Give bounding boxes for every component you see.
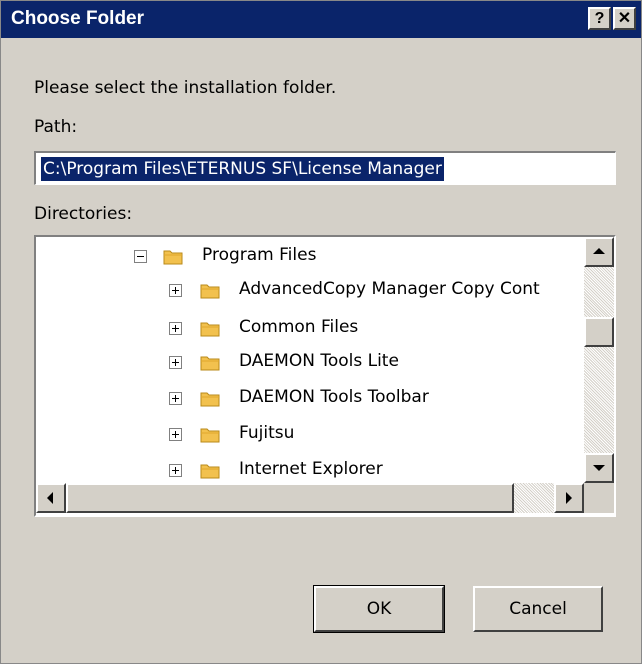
scroll-corner xyxy=(584,483,614,513)
directories-label: Directories: xyxy=(34,204,133,224)
plus-box-icon[interactable] xyxy=(169,464,182,477)
tree-node-label[interactable]: DAEMON Tools Toolbar xyxy=(239,387,429,407)
scroll-down-button[interactable] xyxy=(584,453,614,483)
title-bar[interactable]: Choose Folder ? ✕ xyxy=(1,1,641,38)
folder-icon xyxy=(200,428,220,443)
tree-node-label[interactable]: AdvancedCopy Manager Copy Cont xyxy=(239,279,540,299)
minus-box-icon[interactable] xyxy=(134,250,147,263)
tree-node-label[interactable]: Internet Explorer xyxy=(239,459,383,479)
plus-box-icon[interactable] xyxy=(169,356,182,369)
tree-node[interactable]: DAEMON Tools Lite xyxy=(169,347,569,377)
path-label: Path: xyxy=(34,117,78,137)
horizontal-scrollbar[interactable] xyxy=(36,483,584,513)
tree-node-label[interactable]: DAEMON Tools Lite xyxy=(239,351,399,371)
plus-box-icon[interactable] xyxy=(169,322,182,335)
right-arrow-icon xyxy=(566,492,572,504)
path-input[interactable]: C:\Program Files\ETERNUS SF\License Mana… xyxy=(34,151,616,185)
directory-tree[interactable]: Program Files AdvancedCopy Manager Copy … xyxy=(34,235,616,517)
folder-icon xyxy=(200,392,220,407)
folder-icon xyxy=(163,250,183,265)
scroll-right-button[interactable] xyxy=(554,483,584,513)
help-button[interactable]: ? xyxy=(588,7,611,30)
up-arrow-icon xyxy=(593,248,605,254)
tree-node-label[interactable]: Program Files xyxy=(202,245,316,265)
choose-folder-dialog: Choose Folder ? ✕ Please select the inst… xyxy=(0,0,642,664)
down-arrow-icon xyxy=(593,465,605,471)
folder-icon xyxy=(200,356,220,371)
plus-box-icon[interactable] xyxy=(169,392,182,405)
tree-node[interactable]: DAEMON Tools Toolbar xyxy=(169,383,569,413)
left-arrow-icon xyxy=(47,492,53,504)
folder-icon xyxy=(200,464,220,479)
ok-button[interactable]: OK xyxy=(313,585,445,633)
tree-node-label[interactable]: Fujitsu xyxy=(239,423,294,443)
scroll-up-button[interactable] xyxy=(584,237,614,267)
vertical-scroll-thumb[interactable] xyxy=(584,317,614,347)
plus-box-icon[interactable] xyxy=(169,284,182,297)
folder-icon xyxy=(200,322,220,337)
tree-view[interactable]: Program Files AdvancedCopy Manager Copy … xyxy=(36,237,584,483)
path-value[interactable]: C:\Program Files\ETERNUS SF\License Mana… xyxy=(41,157,444,181)
tree-node[interactable]: Internet Explorer xyxy=(169,455,569,483)
close-button[interactable]: ✕ xyxy=(613,7,636,30)
folder-icon xyxy=(200,284,220,299)
tree-node[interactable]: Fujitsu xyxy=(169,419,569,449)
scroll-left-button[interactable] xyxy=(36,483,66,513)
horizontal-scroll-thumb[interactable] xyxy=(66,483,514,513)
tree-node-label[interactable]: Common Files xyxy=(239,317,358,337)
plus-box-icon[interactable] xyxy=(169,428,182,441)
tree-node[interactable]: Common Files xyxy=(169,313,569,343)
tree-node-program-files[interactable]: Program Files xyxy=(134,241,574,271)
cancel-button[interactable]: Cancel xyxy=(473,586,603,632)
tree-node[interactable]: AdvancedCopy Manager Copy Cont xyxy=(169,275,584,305)
window-title: Choose Folder xyxy=(11,8,145,29)
instruction-text: Please select the installation folder. xyxy=(34,78,337,98)
vertical-scrollbar[interactable] xyxy=(584,237,614,483)
